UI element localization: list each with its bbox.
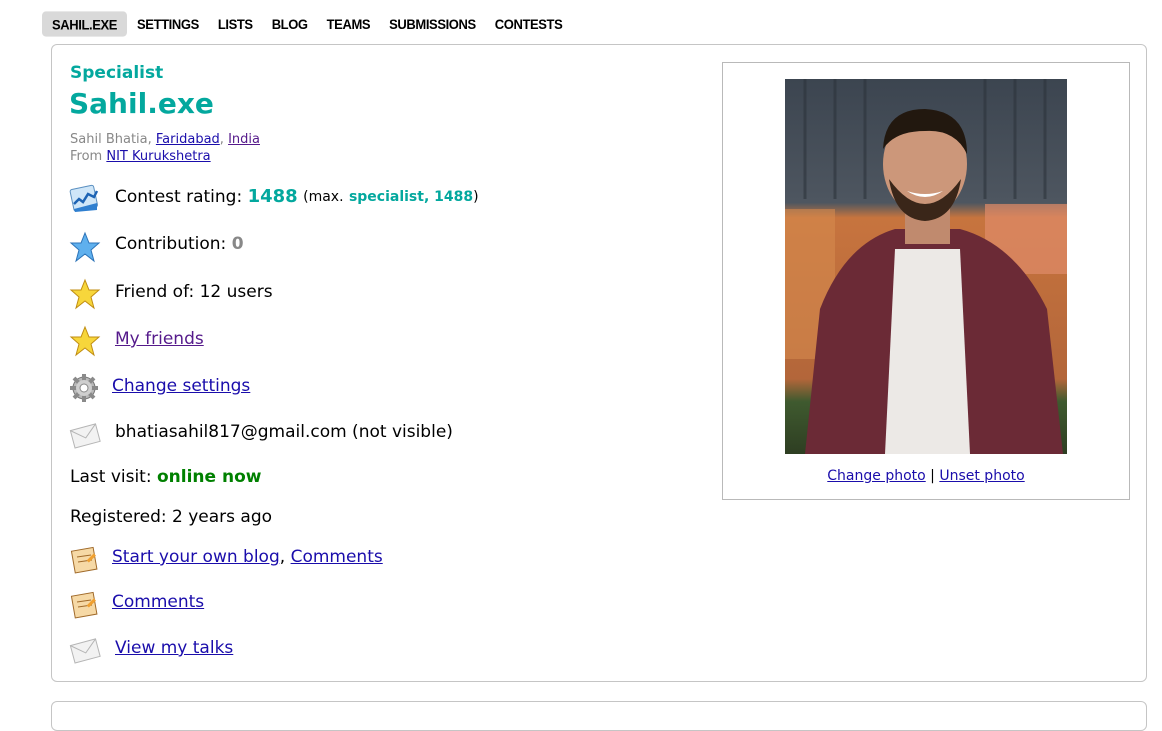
tab-settings[interactable]: SETTINGS — [128, 11, 208, 36]
contribution-value: 0 — [231, 234, 244, 254]
friend-of-text: Friend of: 12 users — [115, 282, 273, 302]
blue-star-icon — [69, 231, 101, 263]
friend-of: Friend of: 12 users — [115, 282, 273, 302]
change-settings-link[interactable]: Change settings — [112, 376, 250, 396]
max-suffix: ) — [473, 188, 479, 205]
comments-row: Comments — [112, 592, 204, 612]
view-talks-link[interactable]: View my talks — [115, 638, 233, 658]
gear-icon — [70, 374, 98, 402]
profile-tabs: SAHIL.EXE SETTINGS LISTS BLOG TEAMS SUBM… — [42, 11, 572, 37]
unset-photo-link[interactable]: Unset photo — [939, 468, 1024, 484]
user-handle: Sahil.exe — [69, 87, 214, 120]
contribution: Contribution: 0 — [115, 234, 244, 254]
user-rank: Specialist — [70, 63, 164, 83]
email-text: bhatiasahil817@gmail.com (not visible) — [115, 422, 453, 442]
change-photo-link[interactable]: Change photo — [827, 468, 925, 484]
max-prefix: (max. — [303, 188, 344, 205]
tab-lists[interactable]: LISTS — [209, 11, 262, 36]
blog-row: Start your own blog, Comments — [112, 547, 383, 567]
rating-chart-icon — [69, 184, 99, 212]
contribution-label: Contribution: — [115, 234, 227, 254]
envelope-icon — [69, 638, 101, 664]
talks-row: View my talks — [115, 638, 233, 658]
rating-label: Contest rating: — [115, 186, 243, 207]
last-visit-label: Last visit: — [70, 467, 152, 487]
tab-profile[interactable]: SAHIL.EXE — [42, 11, 128, 37]
change-settings-row: Change settings — [112, 376, 250, 396]
gold-star-icon — [69, 325, 101, 357]
tab-contests[interactable]: CONTESTS — [486, 11, 572, 36]
registered-text: Registered: 2 years ago — [70, 507, 273, 527]
user-organization: From NIT Kurukshetra — [70, 149, 211, 164]
gold-star-icon — [69, 278, 101, 310]
last-visit-value: online now — [156, 467, 262, 487]
from-label: From — [70, 149, 103, 164]
country-link[interactable]: India — [228, 132, 260, 147]
envelope-icon — [69, 423, 101, 449]
next-panel — [51, 701, 1147, 731]
comments-link[interactable]: Comments — [112, 592, 204, 612]
last-visit: Last visit: online now — [70, 467, 261, 487]
user-avatar — [785, 79, 1067, 454]
registered: Registered: 2 years ago — [70, 507, 272, 527]
tab-blog[interactable]: BLOG — [263, 11, 317, 36]
email-row: bhatiasahil817@gmail.com (not visible) — [115, 422, 453, 442]
start-blog-link[interactable]: Start your own blog — [112, 547, 280, 567]
blog-notepad-icon — [70, 546, 98, 574]
city-link[interactable]: Faridabad — [156, 132, 220, 147]
blog-comments-link[interactable]: Comments — [291, 547, 383, 567]
contest-rating: Contest rating: 1488 (max. specialist, 1… — [115, 186, 479, 207]
rating-value: 1488 — [247, 186, 298, 207]
max-rating-value: specialist, 1488 — [348, 188, 474, 205]
photo-actions: Change photo | Unset photo — [722, 468, 1130, 484]
blog-notepad-icon — [70, 591, 98, 619]
user-location: Sahil Bhatia, Faridabad, India — [70, 132, 260, 147]
organization-link[interactable]: NIT Kurukshetra — [106, 149, 210, 164]
tab-submissions[interactable]: SUBMISSIONS — [380, 11, 485, 36]
photo-link-separator: | — [930, 468, 935, 484]
user-real-name: Sahil Bhatia — [70, 132, 148, 147]
my-friends-row: My friends — [115, 329, 204, 349]
tab-teams[interactable]: TEAMS — [318, 11, 380, 36]
my-friends-link[interactable]: My friends — [115, 329, 204, 349]
